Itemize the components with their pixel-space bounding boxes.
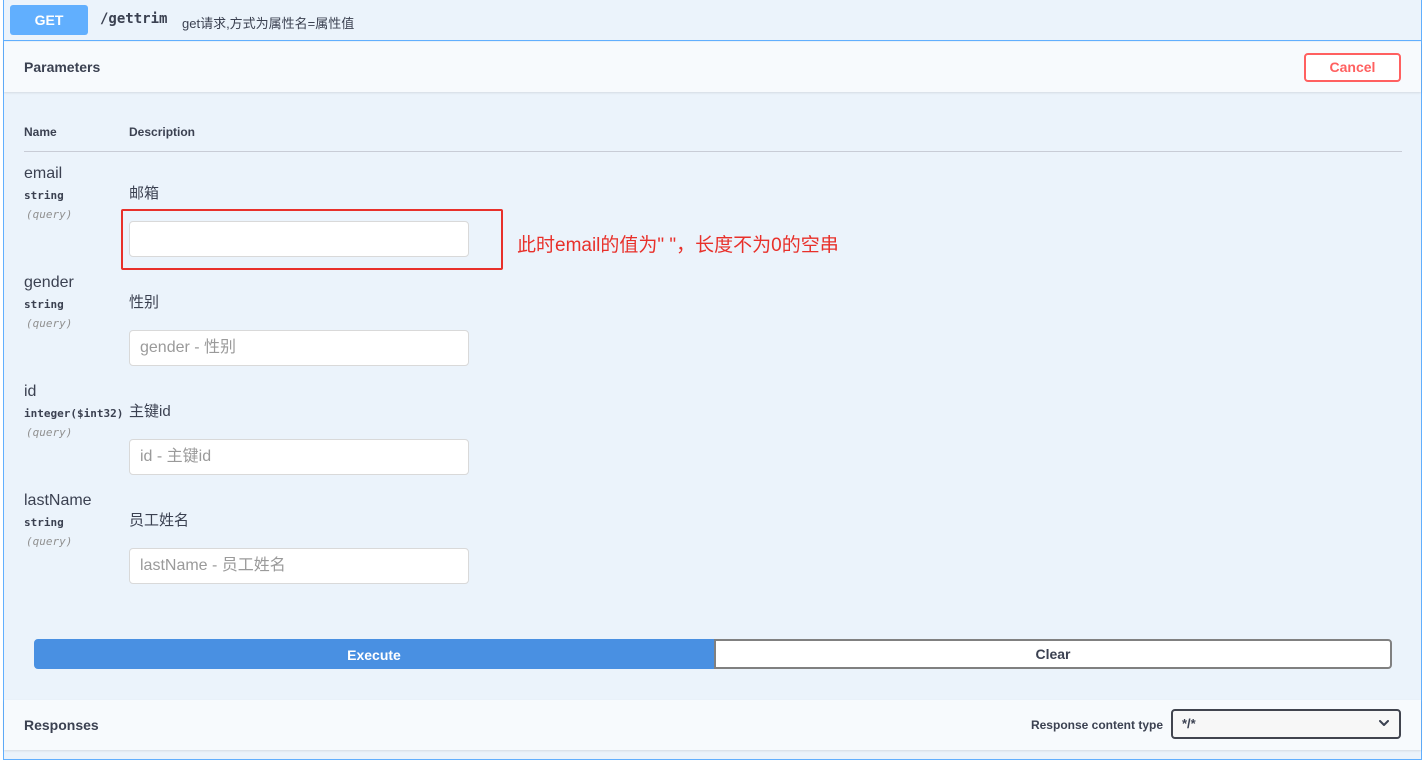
- annotation-text: 此时email的值为" "，长度不为0的空串: [517, 235, 839, 256]
- param-type-email: string: [24, 189, 64, 202]
- operation-description: get请求,方式为属性名=属性值: [182, 16, 355, 31]
- param-in-email: (query): [26, 208, 73, 221]
- param-type-id: integer($int32): [24, 407, 124, 420]
- responses-header: Responses Response content type */*: [4, 700, 1421, 750]
- parameters-header: Parameters Cancel: [4, 42, 1421, 92]
- response-content-type-label: Response content type: [1030, 718, 1163, 732]
- param-name-gender: gender: [24, 274, 74, 291]
- operation-summary[interactable]: GET /gettrim get请求,方式为属性名=属性值: [4, 0, 1421, 41]
- column-header-name: Name: [24, 125, 57, 139]
- param-in-id: (query): [26, 426, 73, 439]
- clear-button[interactable]: Clear: [714, 639, 1392, 669]
- annotation-highlight-box: [121, 209, 503, 270]
- operation-block-get-gettrim: GET /gettrim get请求,方式为属性名=属性值 Parameters…: [3, 0, 1422, 760]
- param-in-gender: (query): [26, 317, 73, 330]
- column-header-description: Description: [129, 125, 196, 139]
- execute-button[interactable]: Execute: [34, 639, 714, 669]
- operation-path: /gettrim: [100, 11, 168, 27]
- response-content-type-value: */*: [1182, 716, 1196, 731]
- param-in-lastname: (query): [26, 535, 73, 548]
- param-description-email: 邮箱: [129, 185, 160, 202]
- responses-title: Responses: [24, 717, 99, 733]
- id-field[interactable]: [129, 439, 469, 475]
- header-divider: [24, 151, 1402, 152]
- http-method-badge: GET: [10, 5, 88, 35]
- response-content-type-select[interactable]: */*: [1171, 709, 1401, 739]
- param-description-lastname: 员工姓名: [129, 512, 190, 529]
- param-type-lastname: string: [24, 516, 64, 529]
- lastname-field[interactable]: [129, 548, 469, 584]
- chevron-down-icon: [1379, 720, 1389, 726]
- param-name-lastname: lastName: [24, 492, 92, 509]
- param-name-email: email: [24, 165, 63, 182]
- param-description-id: 主键id: [129, 403, 171, 420]
- parameters-title: Parameters: [24, 59, 101, 75]
- gender-field[interactable]: [129, 330, 469, 366]
- cancel-button[interactable]: Cancel: [1304, 53, 1401, 82]
- param-type-gender: string: [24, 298, 64, 311]
- param-name-id: id: [24, 383, 37, 400]
- param-description-gender: 性别: [129, 294, 160, 311]
